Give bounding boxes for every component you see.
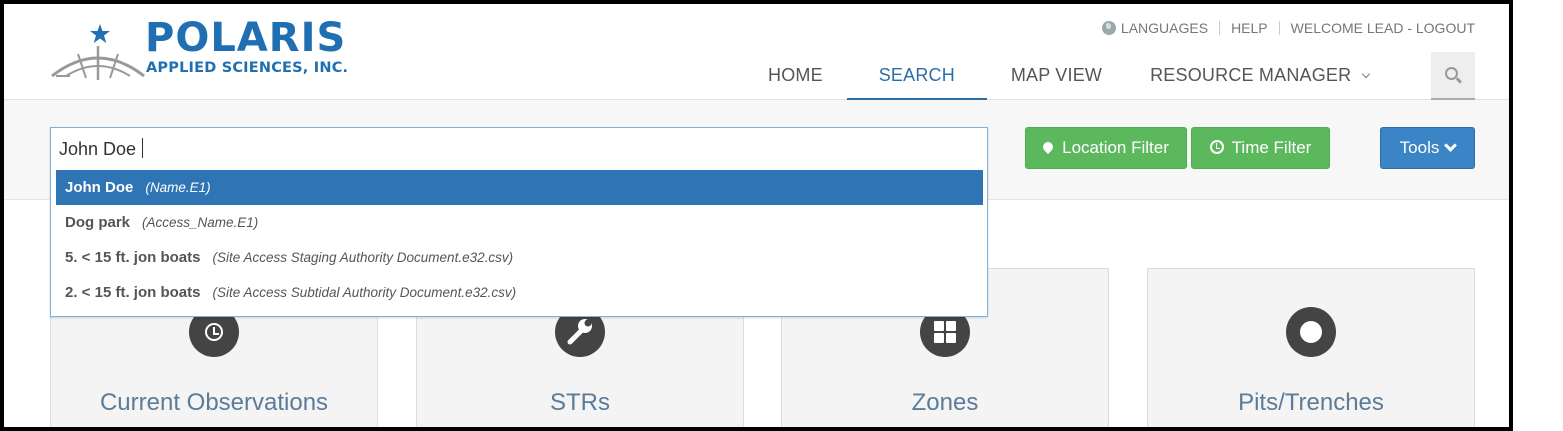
time-filter-button[interactable]: Time Filter	[1191, 127, 1330, 169]
logo[interactable]: POLARIS APPLIED SCIENCES, INC.	[48, 18, 408, 84]
nav-map-view[interactable]: MAP VIEW	[987, 52, 1126, 100]
divider	[1219, 21, 1221, 35]
grid-cell	[946, 321, 956, 331]
chevron-down-icon	[1362, 69, 1371, 79]
card-title: Current Observations	[99, 389, 329, 416]
map-marker-icon	[1041, 139, 1056, 155]
help-link[interactable]: HELP	[1231, 20, 1268, 36]
main-nav: HOME SEARCH MAP VIEW RESOURCE MANAGER	[744, 52, 1393, 100]
logo-title: POLARIS	[145, 15, 347, 61]
languages-link[interactable]: LANGUAGES	[1121, 20, 1208, 36]
suggestion-main: Dog park	[65, 214, 131, 231]
circle-icon	[1286, 307, 1336, 357]
dot-glyph	[1300, 321, 1322, 343]
location-filter-button[interactable]: Location Filter	[1025, 127, 1187, 169]
clock-icon	[1209, 140, 1224, 154]
suggestion-source: (Site Access Staging Authority Document.…	[212, 250, 514, 265]
suggestion-main: 2. < 15 ft. jon boats	[65, 284, 201, 301]
divider	[1278, 21, 1280, 35]
nav-resource-manager-label: RESOURCE MANAGER	[1150, 65, 1352, 85]
search-input[interactable]: John Doe	[51, 128, 987, 170]
card-pits-trenches[interactable]: Pits/Trenches	[1147, 268, 1475, 427]
suggestion-item[interactable]: 2. < 15 ft. jon boats (Site Access Subtid…	[56, 275, 983, 310]
suggestion-main: 5. < 15 ft. jon boats	[65, 249, 201, 266]
suggestion-main: John Doe	[65, 179, 134, 196]
suggestion-list: John Doe (Name.E1) Dog park (Access_Name.E…	[56, 170, 983, 310]
globe-icon	[1101, 21, 1116, 35]
suggestion-source: (Access_Name.E1)	[142, 215, 259, 230]
header: POLARIS APPLIED SCIENCES, INC. LANGUAGES…	[4, 4, 1509, 100]
logo-mark-icon	[51, 24, 145, 80]
suggestion-source: (Site Access Subtidal Authority Document…	[212, 285, 517, 300]
location-filter-label: Location Filter	[1062, 138, 1169, 157]
nav-resource-manager[interactable]: RESOURCE MANAGER	[1126, 52, 1393, 100]
text-caret	[142, 138, 144, 158]
suggestion-item[interactable]: 5. < 15 ft. jon boats (Site Access Stagin…	[56, 240, 983, 275]
app-window: POLARIS APPLIED SCIENCES, INC. LANGUAGES…	[0, 0, 1513, 431]
chevron-down-icon	[1444, 139, 1458, 152]
time-filter-label: Time Filter	[1231, 138, 1312, 157]
nav-home[interactable]: HOME	[744, 52, 847, 100]
tools-dropdown-button[interactable]: Tools	[1380, 127, 1475, 169]
card-title: Zones	[911, 389, 979, 416]
grid-cell	[946, 333, 956, 343]
grid-cell	[934, 333, 944, 343]
welcome-logout-link[interactable]: WELCOME LEAD - LOGOUT	[1291, 20, 1475, 36]
clock-glyph	[205, 323, 223, 341]
search-autocomplete: John Doe John Doe (Name.E1) Dog park (Acce…	[50, 127, 988, 317]
search-icon-handle	[1455, 77, 1463, 84]
tools-label: Tools	[1399, 138, 1440, 157]
card-title: STRs	[550, 389, 610, 416]
logo-subtitle: APPLIED SCIENCES, INC.	[146, 60, 349, 76]
suggestion-item[interactable]: John Doe (Name.E1)	[56, 170, 983, 205]
suggestion-source: (Name.E1)	[145, 180, 211, 195]
search-input-value: John Doe	[59, 139, 137, 159]
utility-bar: LANGUAGES HELP WELCOME LEAD - LOGOUT	[1101, 18, 1475, 38]
grid-cell	[934, 321, 944, 331]
search-button[interactable]	[1431, 52, 1475, 100]
nav-search[interactable]: SEARCH	[846, 52, 987, 100]
grid-glyph	[934, 321, 956, 343]
suggestion-item[interactable]: Dog park (Access_Name.E1)	[56, 205, 983, 240]
card-title: Pits/Trenches	[1238, 389, 1384, 416]
